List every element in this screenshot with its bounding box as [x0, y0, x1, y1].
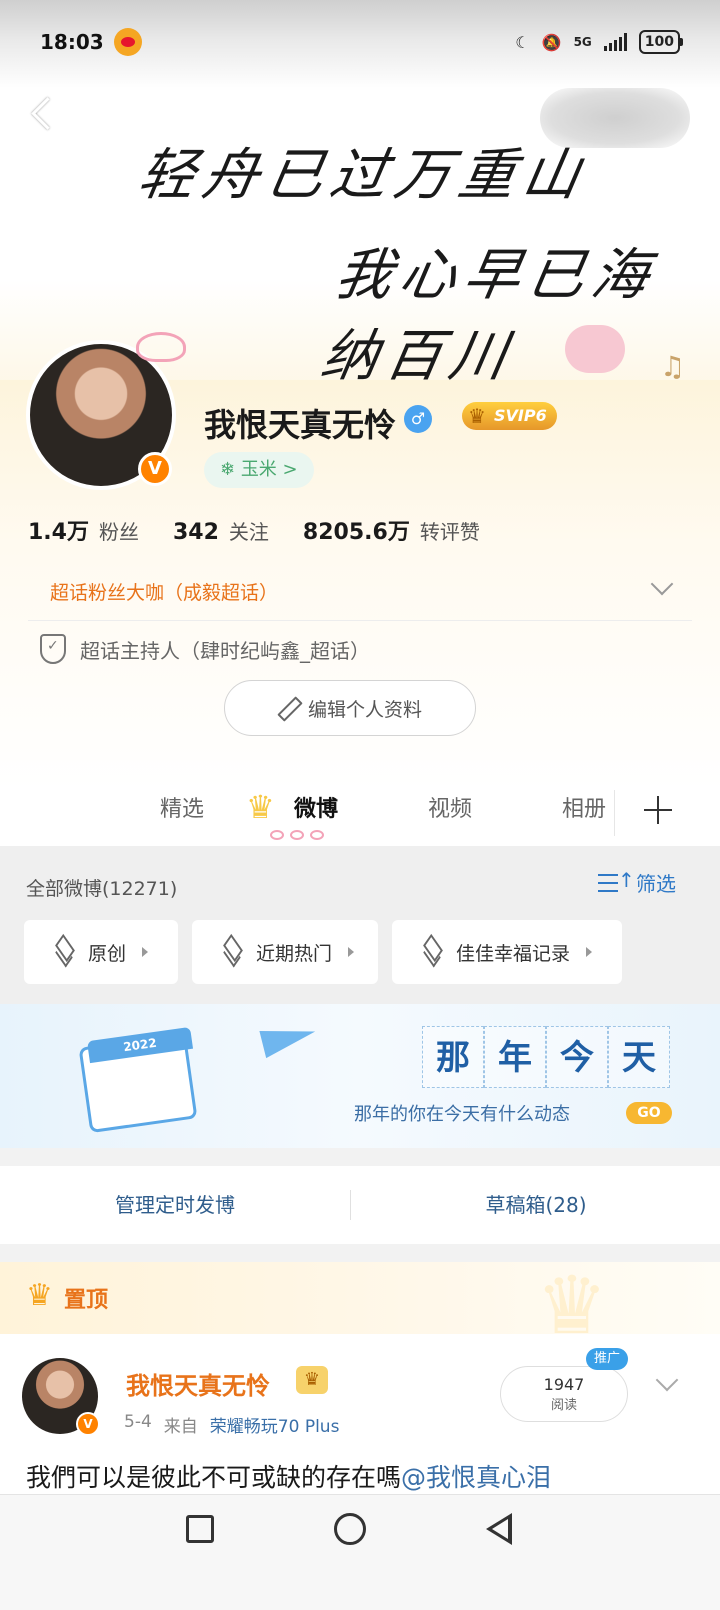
chip-recent-hot[interactable]: 近期热门	[192, 920, 378, 984]
male-icon: ♂	[404, 405, 432, 433]
banner-calligraphy: 轻舟已过万重山 我心早已海纳百川	[130, 130, 690, 389]
member-crown-icon: ♛	[296, 1366, 328, 1394]
post-author[interactable]: 我恨天真无怜	[126, 1366, 270, 1401]
filter-icon	[598, 868, 635, 894]
edit-profile-button[interactable]: 编辑个人资料	[224, 680, 476, 736]
layers-icon	[420, 941, 444, 963]
stat-followers[interactable]: 1.4万 粉丝	[28, 514, 139, 546]
manage-row: 管理定时发博 草稿箱(28)	[0, 1166, 720, 1244]
stat-following[interactable]: 342 关注	[173, 516, 269, 545]
active-tab-indicator	[262, 830, 332, 844]
system-back-button[interactable]	[486, 1513, 512, 1545]
on-this-day-subtitle: 那年的你在今天有什么动态	[354, 1104, 570, 1125]
profile-stats: 1.4万 粉丝 342 关注 8205.6万 转评赞	[28, 514, 480, 546]
system-nav-bar	[0, 1494, 720, 1610]
pinned-header: 置顶 ♛	[0, 1262, 720, 1346]
layers-icon	[220, 941, 244, 963]
scheduled-posts-button[interactable]: 管理定时发博	[0, 1166, 350, 1244]
recent-apps-button[interactable]	[186, 1515, 214, 1543]
profile-username: 我恨天真无怜	[204, 406, 397, 444]
back-button[interactable]	[24, 92, 64, 136]
profile-tabs: 精选 微博 视频 相册	[0, 788, 720, 846]
fan-tag-button[interactable]: ❄ 玉米 >	[204, 452, 314, 488]
pencil-icon	[278, 698, 298, 718]
crown-icon	[26, 1278, 56, 1313]
read-label: 阅读	[550, 1398, 577, 1413]
caret-right-icon	[348, 947, 355, 957]
network-type: 5G	[573, 35, 592, 49]
promote-badge[interactable]: 推广	[586, 1348, 629, 1370]
pinned-label: 置顶	[64, 1288, 109, 1313]
post-source[interactable]: 荣耀畅玩70 Plus	[210, 1412, 340, 1437]
profile-avatar[interactable]: V	[26, 332, 186, 490]
filter-label: 筛选	[636, 872, 676, 896]
calligraphy-line-2: 我心早已海纳百川	[316, 243, 662, 389]
chip-original[interactable]: 原创	[24, 920, 178, 984]
moon-icon: ☾	[515, 32, 530, 52]
super-topic-fan-title[interactable]: 超话粉丝大咖（成毅超话）	[50, 578, 278, 605]
read-count-button[interactable]: 1947 阅读	[500, 1366, 628, 1422]
tab-album[interactable]: 相册	[562, 790, 606, 830]
verified-badge: V	[138, 452, 172, 486]
go-button[interactable]: GO	[626, 1102, 672, 1124]
weibo-app-icon	[113, 28, 142, 56]
all-posts-count: 全部微博(12271)	[26, 878, 178, 900]
pig-sticker-icon	[565, 325, 625, 373]
divider	[350, 1190, 351, 1220]
filter-button[interactable]: 筛选	[598, 868, 676, 897]
host-info-row: 超话主持人（肆时纪屿鑫_超话）	[40, 634, 370, 664]
calligraphy-line-1: 轻舟已过万重山	[133, 143, 593, 208]
layers-icon	[52, 941, 76, 963]
svip-badge[interactable]: SVIP6	[462, 402, 557, 430]
status-bar: 18:03 ☾ 🔕 5G 100	[40, 24, 684, 60]
caret-right-icon	[586, 947, 593, 957]
post-from-label: 来自	[163, 1417, 198, 1437]
home-button[interactable]	[334, 1513, 366, 1545]
snowflake-icon: ❄	[220, 459, 241, 480]
music-note-icon: ♫	[660, 350, 686, 383]
drafts-button[interactable]: 草稿箱(28)	[352, 1166, 720, 1244]
post-date: 5-4	[124, 1412, 152, 1432]
status-time: 18:03	[40, 30, 104, 54]
crown-icon	[244, 788, 284, 826]
add-tab-button[interactable]	[640, 790, 676, 830]
calendar-icon: 2022	[78, 1026, 204, 1134]
chip-happy-records[interactable]: 佳佳幸福记录	[392, 920, 622, 984]
chevron-down-icon[interactable]	[654, 1372, 680, 1392]
caret-right-icon	[142, 947, 149, 957]
crown-watermark-icon: ♛	[536, 1259, 608, 1352]
post-text: 我們可以是彼此不可或缺的存在嗎@我恨真心泪	[26, 1463, 552, 1492]
post-meta: 5-4 来自 荣耀畅玩70 Plus	[124, 1412, 339, 1437]
signal-icon	[603, 33, 627, 51]
pinned-post[interactable]: 置顶 ♛ V 我恨天真无怜 ♛ 5-4 来自 荣耀畅玩70 Plus 1947 …	[0, 1262, 720, 1502]
host-text: 超话主持人（肆时纪屿鑫_超话）	[80, 638, 370, 663]
mute-bell-icon: 🔕	[541, 32, 562, 52]
divider	[28, 620, 692, 621]
edit-profile-label: 编辑个人资料	[307, 698, 422, 721]
verified-badge: V	[76, 1412, 100, 1436]
battery-icon: 100	[638, 30, 684, 54]
fan-tag-label: 玉米 >	[240, 459, 298, 480]
bow-decoration-icon	[136, 332, 186, 362]
shield-icon	[40, 634, 66, 664]
read-count: 1947	[543, 1375, 585, 1394]
on-this-day-title: 那 年 今 天	[422, 1026, 670, 1088]
tab-weibo[interactable]: 微博	[294, 790, 338, 830]
mention-link[interactable]: @我恨真心泪	[401, 1463, 551, 1492]
tab-featured[interactable]: 精选	[160, 790, 204, 830]
chevron-down-icon[interactable]	[650, 576, 672, 598]
tab-video[interactable]: 视频	[428, 790, 472, 830]
stat-interactions[interactable]: 8205.6万 转评赞	[303, 514, 480, 546]
tab-divider	[614, 790, 615, 836]
